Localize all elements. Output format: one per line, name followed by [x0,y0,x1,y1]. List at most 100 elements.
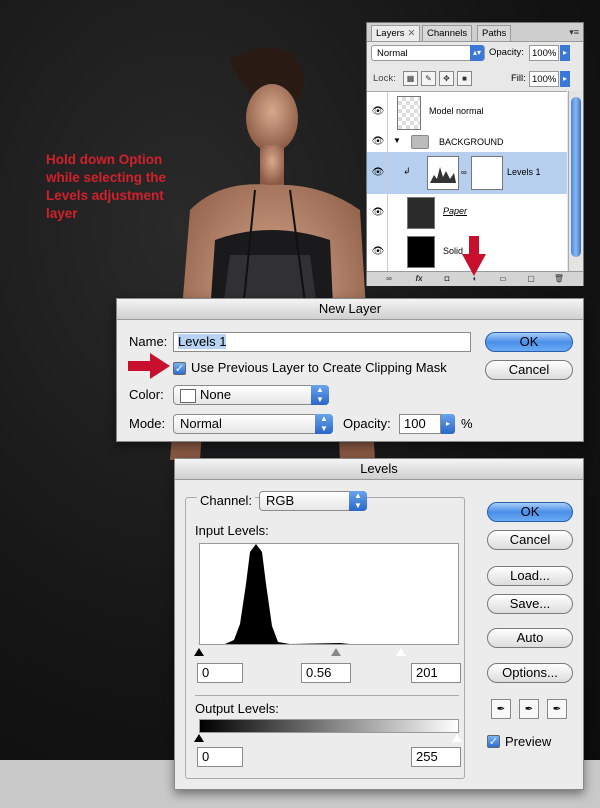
annotation-line: Hold down Option [46,152,163,167]
cancel-button[interactable]: Cancel [487,530,573,550]
lock-pixels-icon[interactable]: ✎ [421,71,436,86]
input-black-slider[interactable] [194,648,204,656]
lock-all-icon[interactable]: ■ [457,71,472,86]
output-white-field[interactable]: 255 [411,747,461,767]
output-black-field[interactable]: 0 [197,747,243,767]
input-black-field[interactable]: 0 [197,663,243,683]
opacity-field[interactable]: 100% [529,45,559,61]
input-gamma-field[interactable]: 0.56 [301,663,351,683]
channel-label: Channel: [197,493,256,508]
layer-name: Paper [443,206,468,216]
cancel-button[interactable]: Cancel [485,360,573,380]
layer-group-row[interactable]: 👁 ▼ BACKGROUND [367,132,567,153]
red-arrow-right-icon [128,353,170,379]
color-label: Color: [129,387,164,402]
red-arrow-down-icon [462,236,486,276]
percent-label: % [461,416,473,431]
input-levels-label: Input Levels: [195,523,269,538]
dialog-title: Levels [175,459,583,480]
save-button[interactable]: Save... [487,594,573,614]
output-levels-label: Output Levels: [195,701,279,716]
trash-icon[interactable]: 🗑 [551,273,567,285]
preview-label: Preview [505,734,552,749]
folder-icon [411,135,429,149]
name-input[interactable]: Levels 1 [173,332,471,352]
channel-select[interactable]: RGB ▲ ▼ [259,491,367,511]
opacity-slider-button[interactable]: ▸ [560,45,570,61]
layer-style-fx-icon[interactable]: fx [411,273,427,285]
white-eyedropper-icon[interactable]: ✒ [547,699,567,719]
scrollbar-thumb[interactable] [571,97,581,257]
chevron-updown-icon: ▲ ▼ [311,385,329,405]
visibility-eye-icon[interactable]: 👁 [369,132,388,152]
visibility-eye-icon[interactable]: 👁 [369,194,388,232]
layer-thumbnail [397,96,421,130]
levels-adjustment-icon [427,156,459,190]
preview-checkbox[interactable]: ✓ [487,735,500,748]
layer-mask-thumbnail[interactable] [471,156,503,190]
close-icon[interactable]: ✕ [408,28,416,39]
layer-name: Levels 1 [507,167,541,177]
chain-link-icon: ∞ [461,168,467,177]
input-gamma-slider[interactable] [331,648,341,656]
layer-thumbnail [407,236,435,268]
link-layers-icon[interactable]: ∞ [381,273,397,285]
output-gradient-bar [199,719,459,733]
mode-select[interactable]: Normal ▲ ▼ [173,414,333,434]
layer-row[interactable]: 👁 Paper [367,194,567,233]
tab-layers[interactable]: Layers ✕ [371,25,421,41]
clip-arrow-icon: ↲ [403,166,411,176]
auto-button[interactable]: Auto [487,628,573,648]
black-eyedropper-icon[interactable]: ✒ [491,699,511,719]
annotation-line: layer [46,206,78,221]
lock-position-icon[interactable]: ✥ [439,71,454,86]
layer-name: Model normal [429,106,484,116]
fill-label: Fill: [511,73,526,84]
output-black-slider[interactable] [194,734,204,742]
layer-row-selected[interactable]: 👁 ↲ ∞ Levels 1 [367,152,567,195]
new-group-icon[interactable]: ▭ [495,273,511,285]
divider [195,695,459,696]
panel-tabs: Layers ✕ Channels Paths ▾≡ [367,23,583,42]
chevron-updown-icon: ▴▾ [470,45,484,61]
lock-transparency-icon[interactable]: ▦ [403,71,418,86]
ok-button[interactable]: OK [485,332,573,352]
histogram-graph [200,544,458,644]
opacity-slider-button[interactable]: ▸ [441,414,455,434]
visibility-eye-icon[interactable]: 👁 [369,232,388,272]
color-select[interactable]: None ▲ ▼ [173,385,329,405]
visibility-eye-icon[interactable]: 👁 [369,92,388,132]
clipping-mask-label: Use Previous Layer to Create Clipping Ma… [191,360,447,375]
disclosure-triangle-icon[interactable]: ▼ [393,136,401,145]
ok-button[interactable]: OK [487,502,573,522]
opacity-label: Opacity: [489,47,524,58]
annotation-line: while selecting the [46,170,167,185]
tab-channels[interactable]: Channels [422,25,473,41]
fill-field[interactable]: 100% [529,71,559,87]
chevron-updown-icon: ▲ ▼ [349,491,367,511]
annotation-line: Levels adjustment [46,188,164,203]
input-white-slider[interactable] [396,648,406,656]
layer-row[interactable]: 👁 Model normal [367,92,567,133]
clipping-mask-checkbox[interactable]: ✓ [173,362,186,375]
histogram [199,543,459,645]
visibility-eye-icon[interactable]: 👁 [369,152,388,194]
layers-scrollbar[interactable] [568,91,583,271]
options-button[interactable]: Options... [487,663,573,683]
new-layer-icon[interactable]: ▢ [523,273,539,285]
input-white-field[interactable]: 201 [411,663,461,683]
tab-paths[interactable]: Paths [477,25,512,41]
add-mask-icon[interactable]: ◘ [439,273,455,285]
blend-mode-select[interactable]: Normal ▴▾ [371,45,485,61]
instruction-annotation: Hold down Option while selecting the Lev… [46,151,186,223]
load-button[interactable]: Load... [487,566,573,586]
opacity-input[interactable]: 100 [399,414,441,434]
panel-menu-icon[interactable]: ▾≡ [569,27,579,38]
new-layer-dialog: New Layer Name: Levels 1 ✓ Use Previous … [116,298,584,442]
mode-label: Mode: [129,416,166,431]
lock-label: Lock: [373,73,396,84]
gray-eyedropper-icon[interactable]: ✒ [519,699,539,719]
color-swatch [180,388,196,403]
fill-slider-button[interactable]: ▸ [560,71,570,87]
output-white-slider[interactable] [452,734,462,742]
